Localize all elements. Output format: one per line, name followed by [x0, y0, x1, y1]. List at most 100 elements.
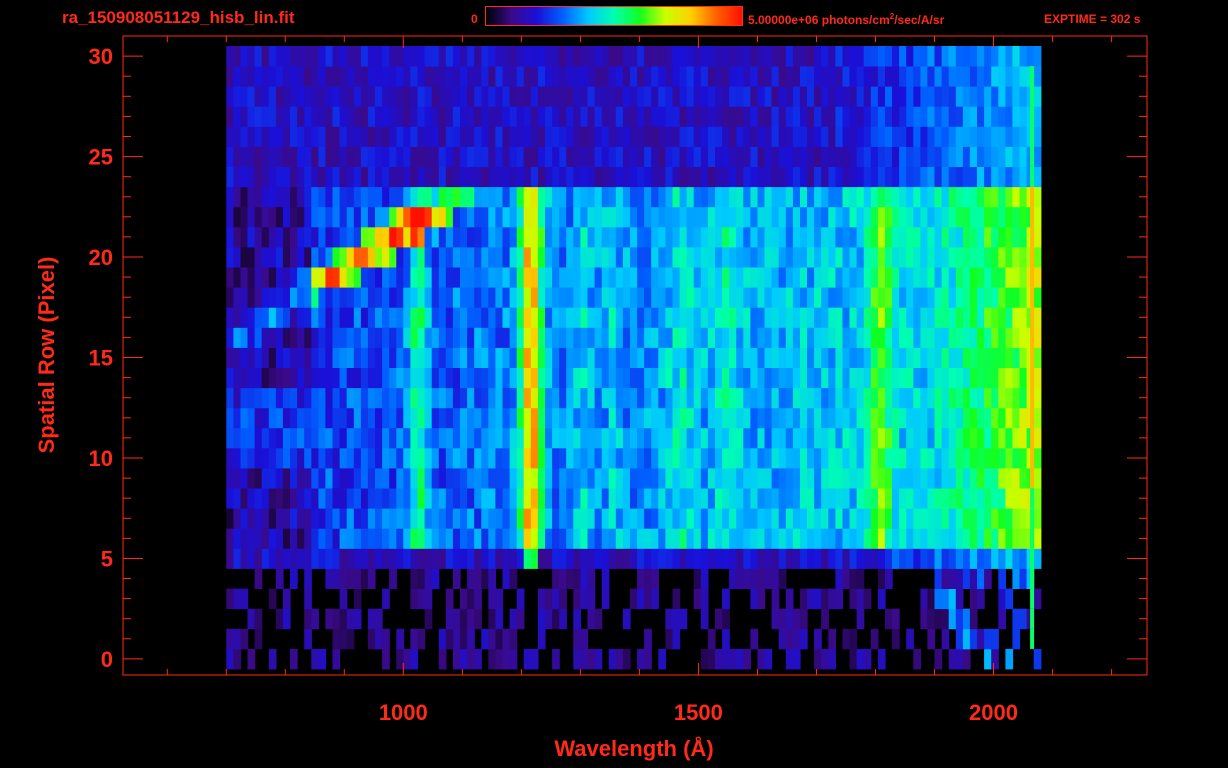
heatmap-cell	[580, 307, 589, 328]
heatmap-cell	[502, 226, 511, 248]
heatmap-cell	[502, 548, 511, 569]
heatmap-cell	[722, 468, 730, 489]
heatmap-cell	[849, 226, 858, 248]
heatmap-cell	[339, 488, 348, 509]
heatmap-cell	[502, 66, 511, 87]
heatmap-cell	[679, 367, 688, 389]
heatmap-cell	[580, 206, 589, 228]
heatmap-cell	[835, 126, 844, 147]
heatmap-cell	[814, 387, 822, 409]
heatmap-cell	[729, 106, 737, 127]
heatmap-cell	[785, 407, 794, 429]
heatmap-cell	[821, 648, 829, 670]
heatmap-cell	[424, 126, 433, 147]
heatmap-cell	[417, 126, 426, 147]
heatmap-cell	[764, 287, 773, 308]
heatmap-cell	[254, 206, 263, 228]
heatmap-cell	[240, 387, 249, 409]
heatmap-cell	[722, 588, 730, 610]
heatmap-cell	[247, 226, 256, 248]
heatmap-cell	[835, 166, 844, 188]
heatmap-cell	[573, 528, 581, 549]
heatmap-cell	[984, 528, 992, 549]
heatmap-cell	[778, 568, 787, 589]
heatmap-cell	[417, 247, 426, 268]
heatmap-cell	[821, 528, 829, 549]
heatmap-cell	[906, 166, 914, 188]
heatmap-cell	[615, 166, 624, 188]
heatmap-cell	[984, 327, 992, 348]
heatmap-cell	[467, 468, 475, 489]
heatmap-cell	[318, 247, 327, 268]
heatmap-cell	[488, 226, 496, 248]
heatmap-cell	[800, 66, 808, 87]
heatmap-cell	[800, 86, 808, 107]
heatmap-cell	[885, 508, 893, 529]
heatmap-cell	[913, 508, 921, 529]
heatmap-cell	[516, 206, 525, 228]
heatmap-cell	[948, 226, 957, 248]
heatmap-cell	[771, 347, 780, 368]
heatmap-cell	[800, 588, 808, 610]
heatmap-cell	[424, 247, 433, 268]
heatmap-cell	[254, 226, 263, 248]
heatmap-cell	[360, 528, 369, 549]
heatmap-cell	[304, 247, 312, 268]
heatmap-cell	[545, 387, 553, 409]
heatmap-cell	[969, 186, 978, 208]
heatmap-cell	[311, 287, 319, 308]
heatmap-cell	[1033, 508, 1042, 529]
heatmap-cell	[885, 267, 893, 288]
heatmap-cell	[941, 548, 950, 569]
heatmap-cell	[686, 488, 695, 509]
heatmap-cell	[608, 387, 617, 409]
heatmap-cell	[318, 186, 327, 208]
heatmap-cell	[785, 46, 794, 67]
heatmap-cell	[1012, 166, 1021, 188]
heatmap-cell	[807, 106, 815, 127]
heatmap-cell	[991, 447, 999, 469]
heatmap-cell	[707, 86, 716, 107]
heatmap-cell	[559, 146, 567, 167]
heatmap-cell	[693, 247, 702, 268]
heatmap-cell	[1012, 86, 1021, 107]
heatmap-cell	[417, 347, 426, 368]
heatmap-cell	[467, 327, 475, 348]
heatmap-cell	[665, 608, 674, 630]
heatmap-cell	[502, 648, 511, 670]
heatmap-cell	[658, 508, 666, 529]
heatmap-cell	[672, 267, 681, 288]
heatmap-cell	[502, 126, 511, 147]
heatmap-cell	[977, 488, 985, 509]
heatmap-cell	[672, 307, 681, 328]
heatmap-cell	[502, 468, 511, 489]
heatmap-cell	[707, 186, 716, 208]
heatmap-cell	[410, 327, 419, 348]
heatmap-cell	[814, 628, 822, 650]
heatmap-cell	[722, 106, 730, 127]
heatmap-cell	[318, 407, 327, 429]
heatmap-cell	[226, 508, 234, 529]
heatmap-cell	[403, 206, 411, 228]
heatmap-cell	[290, 568, 298, 589]
heatmap-cell	[431, 367, 440, 389]
heatmap-cell	[785, 367, 794, 389]
heatmap-cell	[651, 287, 659, 308]
heatmap-cell	[608, 226, 617, 248]
heatmap-cell	[885, 327, 893, 348]
heatmap-cell	[672, 407, 681, 429]
heatmap-cell	[934, 226, 943, 248]
heatmap-cell	[367, 387, 376, 409]
heatmap-cell	[467, 287, 475, 308]
heatmap-cell	[1019, 548, 1028, 569]
heatmap-cell	[417, 568, 426, 589]
heatmap-cell	[856, 106, 865, 127]
heatmap-cell	[998, 508, 1006, 529]
heatmap-cell	[870, 387, 879, 409]
heatmap-cell	[403, 307, 411, 328]
heatmap-cell	[736, 206, 744, 228]
heatmap-cell	[637, 126, 645, 147]
heatmap-cell	[941, 347, 950, 368]
heatmap-cell	[729, 166, 737, 188]
heatmap-cell	[445, 126, 454, 147]
